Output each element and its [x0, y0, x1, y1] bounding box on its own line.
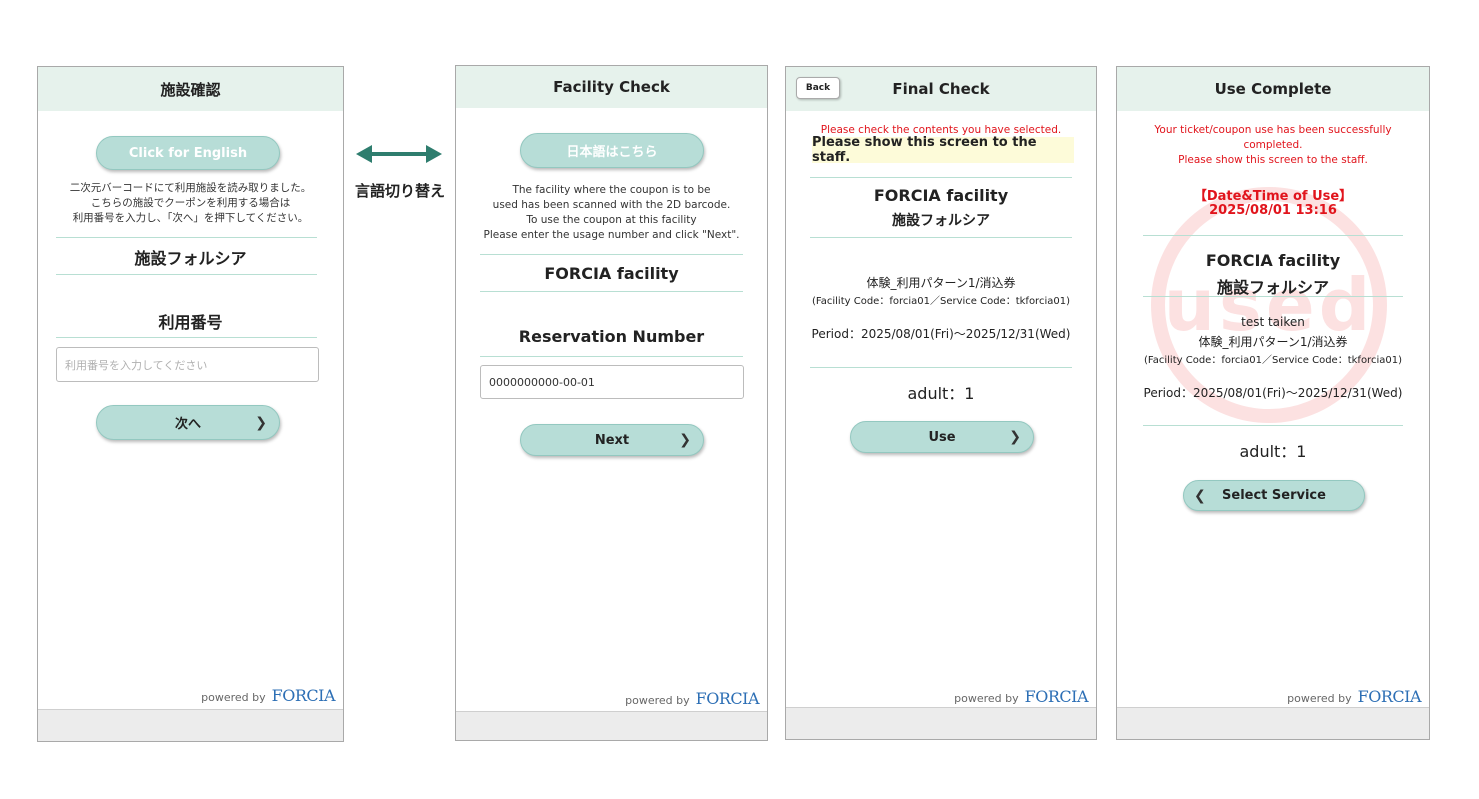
divider — [1143, 235, 1403, 236]
powered-by: powered by FORCIA — [201, 686, 335, 705]
instructions: The facility where the coupon is to be u… — [456, 183, 767, 243]
next-button[interactable]: 次へ ❯ — [96, 405, 280, 440]
use-button[interactable]: Use ❯ — [850, 421, 1034, 453]
screen-facility-check-en: Facility Check 日本語はこちら The facility wher… — [455, 65, 768, 741]
quantity: adult：1 — [1239, 442, 1307, 461]
english-button[interactable]: Click for English — [96, 136, 280, 170]
divider — [1143, 296, 1403, 297]
forcia-logo: FORCIA — [1024, 687, 1089, 706]
show-staff-banner: Please show this screen to the staff. — [812, 135, 1074, 165]
number-label: Reservation Number — [518, 327, 705, 346]
instruction-line: 二次元バーコードにて利用施設を読み取りました。 — [69, 182, 312, 194]
facility-name: FORCIA facility — [544, 264, 679, 283]
service-name: 体験_利用パターン1/消込券 — [866, 276, 1016, 290]
service-codes: (Facility Code：forcia01／Service Code：tkf… — [1144, 355, 1402, 366]
footer-bar — [456, 711, 767, 740]
footer-bar — [38, 709, 343, 741]
footer-bar — [786, 707, 1096, 739]
forcia-logo: FORCIA — [271, 686, 336, 705]
usage-number-input[interactable]: 利用番号を入力してください — [56, 347, 319, 382]
japanese-button[interactable]: 日本語はこちら — [520, 133, 704, 168]
page-title: Use Complete — [1117, 67, 1429, 111]
instruction-line: Please enter the usage number and click … — [483, 229, 740, 241]
powered-by-text: powered by — [954, 692, 1019, 705]
facility-name: 施設フォルシア — [134, 249, 247, 268]
divider — [810, 367, 1072, 368]
forcia-logo: FORCIA — [1357, 687, 1422, 706]
divider — [480, 356, 743, 357]
divider — [810, 237, 1072, 238]
number-label: 利用番号 — [158, 313, 223, 332]
reservation-number-input[interactable]: 0000000000-00-01 — [480, 365, 744, 399]
powered-by: powered by FORCIA — [625, 689, 759, 708]
use-button-label: Use — [928, 429, 956, 445]
validity-period: Period：2025/08/01(Fri)～2025/12/31(Wed) — [1143, 386, 1403, 400]
divider — [56, 274, 317, 275]
divider — [1143, 425, 1403, 426]
powered-by: powered by FORCIA — [954, 687, 1088, 706]
screen-use-complete: Use Complete used Your ticket/coupon use… — [1116, 66, 1430, 740]
service-name: 体験_利用パターン1/消込券 — [1198, 335, 1348, 349]
service-codes: (Facility Code：forcia01／Service Code：tkf… — [812, 296, 1070, 307]
facility-name-en: FORCIA facility — [1205, 251, 1341, 270]
customer-name: test taiken — [1241, 315, 1305, 329]
divider — [480, 254, 743, 255]
next-button-label: 次へ — [174, 417, 201, 432]
back-button[interactable]: Back — [796, 77, 840, 99]
chevron-right-icon: ❯ — [1009, 429, 1021, 445]
powered-by-text: powered by — [1287, 692, 1352, 705]
page-title: Facility Check — [456, 66, 767, 108]
chevron-left-icon: ❮ — [1194, 487, 1206, 504]
page-title: 施設確認 — [38, 67, 343, 111]
instruction-line: 利用番号を入力し、「次へ」を押下してください。 — [72, 212, 309, 224]
facility-name-en: FORCIA facility — [873, 186, 1009, 205]
divider — [56, 237, 317, 238]
footer-bar — [1117, 707, 1429, 739]
notice-line: completed. — [1243, 139, 1303, 151]
powered-by-text: powered by — [625, 694, 690, 707]
use-date-label: 【Date&Time of Use】 — [1193, 189, 1353, 204]
quantity: adult：1 — [907, 384, 975, 403]
instruction-line: The facility where the coupon is to be — [512, 184, 711, 196]
divider — [480, 291, 743, 292]
chevron-right-icon: ❯ — [679, 432, 691, 448]
powered-by: powered by FORCIA — [1287, 687, 1421, 706]
validity-period: Period：2025/08/01(Fri)～2025/12/31(Wed) — [811, 327, 1071, 341]
instruction-line: To use the coupon at this facility — [526, 214, 697, 226]
screen-facility-check-ja: 施設確認 Click for English 二次元バーコードにて利用施設を読み… — [37, 66, 344, 742]
instructions: 二次元バーコードにて利用施設を読み取りました。 こちらの施設でクーポンを利用する… — [38, 181, 343, 226]
next-button-label: Next — [594, 432, 630, 448]
screen-final-check: Final Check Back Please check the conten… — [785, 66, 1097, 740]
notice-line: Please show this screen to the staff. — [1178, 154, 1368, 166]
instruction-line: used has been scanned with the 2D barcod… — [492, 199, 731, 211]
select-service-button[interactable]: ❮ Select Service — [1183, 480, 1365, 511]
chevron-right-icon: ❯ — [255, 414, 267, 431]
powered-by-text: powered by — [201, 691, 266, 704]
instruction-line: こちらの施設でクーポンを利用する場合は — [90, 197, 291, 209]
language-switch-label: 言語切り替え — [354, 182, 445, 200]
select-service-label: Select Service — [1222, 488, 1326, 503]
next-button[interactable]: Next ❯ — [520, 424, 704, 456]
divider — [810, 177, 1072, 178]
facility-name-ja: 施設フォルシア — [1216, 278, 1329, 297]
use-date-value: 2025/08/01 13:16 — [1209, 203, 1337, 218]
double-arrow-icon — [356, 140, 442, 168]
complete-notice: Your ticket/coupon use has been successf… — [1117, 123, 1429, 168]
divider — [56, 337, 317, 338]
forcia-logo: FORCIA — [695, 689, 760, 708]
notice-line: Your ticket/coupon use has been successf… — [1154, 124, 1392, 136]
facility-name-ja: 施設フォルシア — [892, 213, 990, 229]
